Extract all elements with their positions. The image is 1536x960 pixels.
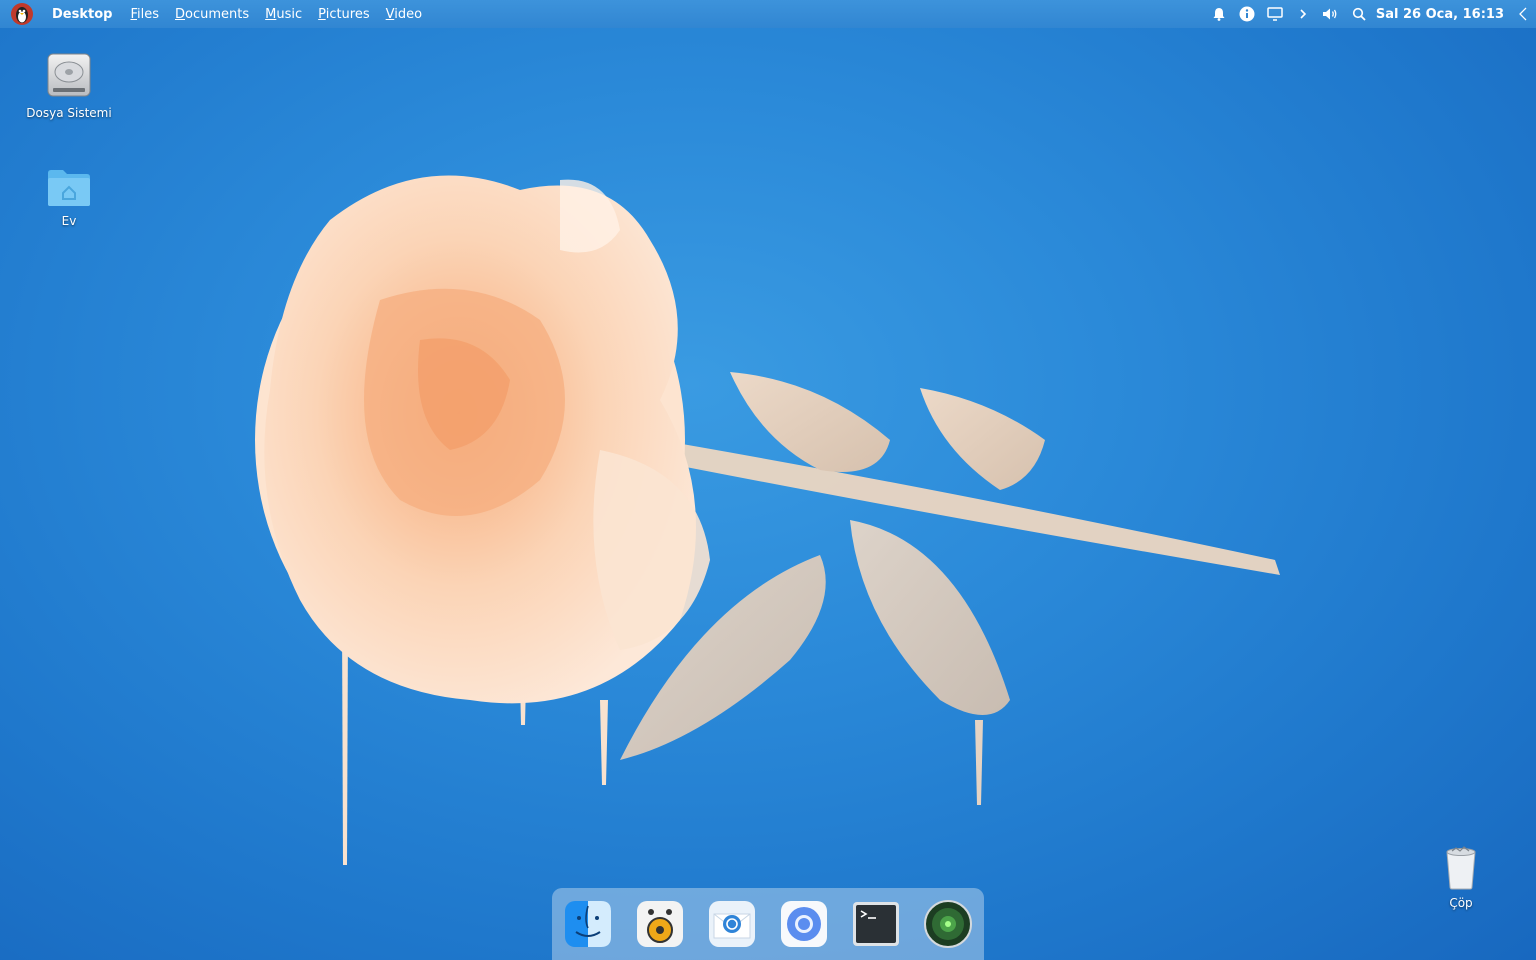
tux-logo-icon[interactable] bbox=[10, 2, 34, 26]
finder-icon[interactable] bbox=[564, 900, 612, 948]
chevron-right-icon[interactable] bbox=[1294, 5, 1312, 23]
desktop-icon-trash[interactable]: Çöp bbox=[1406, 846, 1516, 910]
browser-icon[interactable] bbox=[780, 900, 828, 948]
trash-icon bbox=[1446, 846, 1476, 890]
top-panel: Desktop Files Documents Music Pictures V… bbox=[0, 0, 1536, 28]
bell-icon[interactable] bbox=[1210, 5, 1228, 23]
desktop-icon-home[interactable]: Ev bbox=[14, 168, 124, 228]
terminal-icon[interactable] bbox=[852, 900, 900, 948]
info-icon[interactable] bbox=[1238, 5, 1256, 23]
desktop-icon-label: Çöp bbox=[1449, 896, 1473, 910]
desktop-icon-filesystem[interactable]: Dosya Sistemi bbox=[14, 50, 124, 120]
hard-drive-icon bbox=[47, 53, 91, 97]
clock[interactable]: Sal 26 Oca, 16:13 bbox=[1376, 7, 1504, 22]
menu-music[interactable]: Music bbox=[265, 7, 302, 22]
radar-icon[interactable] bbox=[924, 900, 972, 948]
places-menu: Desktop Files Documents Music Pictures V… bbox=[52, 0, 438, 28]
menu-desktop[interactable]: Desktop bbox=[52, 7, 112, 22]
wallpaper-rose bbox=[255, 175, 1280, 865]
music-player-icon[interactable] bbox=[636, 900, 684, 948]
menu-documents[interactable]: Documents bbox=[175, 7, 249, 22]
dock bbox=[552, 888, 984, 960]
system-tray: Sal 26 Oca, 16:13 bbox=[1200, 0, 1536, 28]
display-icon[interactable] bbox=[1266, 5, 1284, 23]
home-folder-icon bbox=[48, 170, 90, 206]
volume-icon[interactable] bbox=[1322, 5, 1340, 23]
mail-icon[interactable] bbox=[708, 900, 756, 948]
menu-files[interactable]: Files bbox=[130, 7, 159, 22]
menu-video[interactable]: Video bbox=[386, 7, 422, 22]
desktop-icon-label: Ev bbox=[61, 214, 77, 228]
chevron-left-icon[interactable] bbox=[1514, 5, 1532, 23]
desktop-icon-label: Dosya Sistemi bbox=[26, 106, 112, 120]
search-icon[interactable] bbox=[1350, 5, 1368, 23]
menu-pictures[interactable]: Pictures bbox=[318, 7, 370, 22]
